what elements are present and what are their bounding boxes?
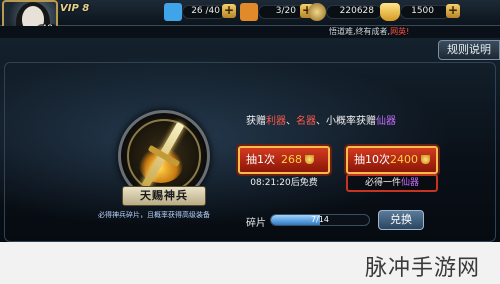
energy-icon (240, 3, 258, 21)
gold-ingot-icon (421, 155, 430, 164)
energy-value: 3/20 (275, 6, 296, 16)
coin-value: 220628 (339, 6, 374, 16)
emblem-banner: 天赐神兵 (122, 186, 206, 206)
draw-ten-cost: 2400 (390, 153, 418, 166)
vip-badge[interactable]: VIP 8 (60, 3, 89, 14)
add-gold-button[interactable]: + (446, 4, 460, 18)
rules-button[interactable]: 规则说明 (438, 40, 500, 60)
draw-ten-label: 抽10次 (354, 153, 390, 166)
draw-ten-button[interactable]: 抽10次2400 (346, 146, 438, 174)
site-watermark: 脉冲手游网 (365, 256, 481, 281)
stamina-icon (164, 3, 182, 21)
shard-label: 碎片 (246, 218, 266, 229)
gold-ingot-icon (380, 3, 400, 21)
reward-description: 获赠利器、名器、小概率获赠仙器 (246, 116, 396, 127)
shard-count: 7/14 (311, 215, 329, 224)
draw-once-cost: 268 (281, 153, 302, 166)
emblem-caption: 必得神兵碎片，且概率获得高级装备 (98, 211, 210, 219)
stamina-value: 26 /40 (191, 6, 220, 16)
add-stamina-button[interactable]: + (222, 4, 236, 18)
coin-icon (308, 3, 326, 21)
notice-text: 悟道难,终有成者,网英! (329, 27, 410, 36)
exchange-button[interactable]: 兑换 (378, 210, 424, 230)
gold-ingot-value: 1500 (411, 6, 434, 16)
gold-ingot-icon (305, 155, 314, 164)
notice-bar (0, 26, 500, 38)
free-timer: 08:21:20后免费 (250, 178, 318, 188)
draw-once-button[interactable]: 抽1次 268 (238, 146, 330, 174)
draw-once-label: 抽1次 (246, 153, 275, 166)
guarantee-note: 必得一件仙器 (346, 174, 438, 192)
